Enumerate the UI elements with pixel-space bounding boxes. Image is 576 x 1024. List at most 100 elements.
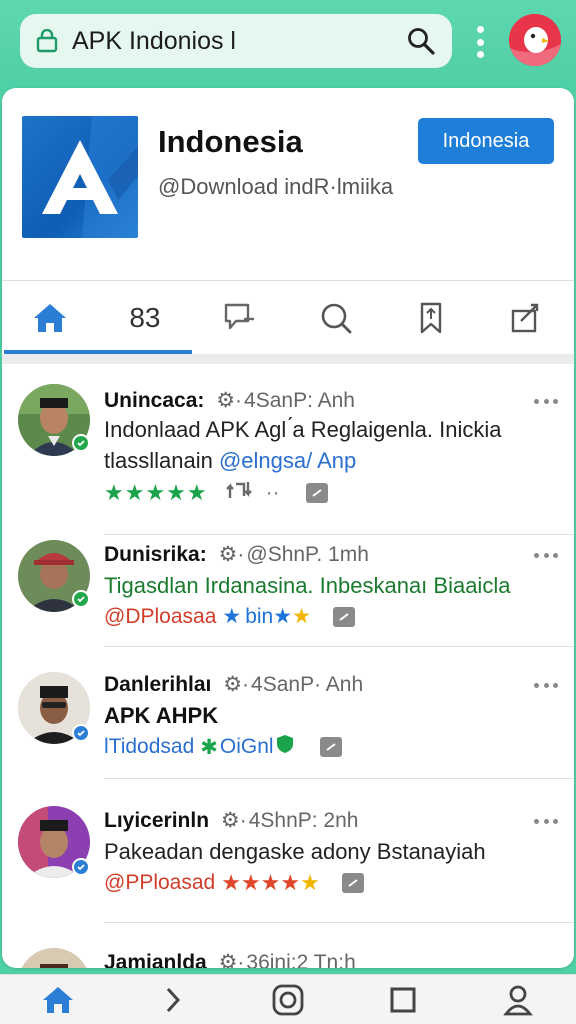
post-footer-dots: ··	[265, 481, 280, 504]
profile-card: Indonesia @Download indR·lmiika Indonesi…	[2, 88, 574, 968]
post-mention[interactable]: @DPloasaa	[104, 605, 216, 629]
post-body-line: tlassllanain @elngsa/ Anp	[104, 445, 554, 476]
share-icon[interactable]	[332, 606, 355, 627]
badge-icon: ✱	[200, 735, 218, 759]
divider	[2, 280, 574, 281]
post-author: Danlerihlaı	[104, 673, 212, 696]
profile-handle: @Download indR·lmiika	[158, 174, 394, 199]
post-footer: @DPloasaa ★ bin ★ ★	[104, 604, 355, 629]
nav-profile[interactable]	[461, 975, 576, 1024]
post-divider	[104, 778, 574, 779]
home-icon	[42, 987, 73, 1013]
post-mention[interactable]: lTidodsad	[104, 735, 194, 759]
post-meta: 4ShnP: 2nh	[248, 809, 359, 832]
verified-badge	[72, 434, 90, 452]
tab-compose[interactable]	[478, 282, 573, 354]
post-divider	[104, 534, 574, 535]
camera-icon	[272, 984, 304, 1016]
nav-forward[interactable]	[115, 975, 230, 1024]
post-mention[interactable]: @PPloasad	[104, 871, 215, 895]
search-icon[interactable]	[404, 24, 438, 58]
profile-icon	[503, 985, 534, 1016]
lock-icon	[34, 28, 60, 54]
star-icon: ★	[222, 605, 242, 628]
tabs-divider	[2, 354, 574, 364]
more-icon[interactable]	[534, 396, 558, 406]
post-meta-icon: ⚙·	[218, 543, 245, 566]
post-body-line: Indonlaad APK Agl ́a Reglaigenla. Inicki…	[104, 417, 502, 442]
shield-icon	[276, 734, 294, 760]
more-icon[interactable]	[534, 680, 558, 690]
rating-stars: ★★★★★	[104, 480, 208, 505]
nav-camera[interactable]	[230, 975, 345, 1024]
search-icon	[321, 303, 351, 334]
star-icon: ★	[292, 605, 311, 628]
post-divider	[104, 922, 574, 923]
chevron-right-icon	[166, 987, 180, 1013]
profile-title: Indonesia	[158, 124, 303, 159]
tab-count[interactable]: 83	[97, 282, 192, 354]
chat-edit-icon	[225, 303, 255, 330]
share-icon[interactable]	[319, 737, 342, 757]
top-bar: APK Indonios l	[0, 0, 576, 80]
post-body-text: tlassllanain	[104, 448, 219, 473]
post-author: Lıyicerinln	[104, 809, 210, 832]
post-header: Lıyicerinln ⚙·4ShnP: 2nh	[104, 808, 358, 833]
post-link[interactable]: @elngsa/ Anp	[219, 448, 356, 473]
address-text: APK Indonios l	[72, 26, 236, 55]
post-body: Tigasdlan Irdanasina. Inbeskanaı Biaaicl…	[104, 573, 511, 598]
verified-badge	[72, 724, 90, 742]
post-meta-icon: ⚙·	[216, 389, 243, 412]
profile-avatar[interactable]	[509, 14, 561, 66]
post-header: Unincaca: ⚙·4SanP: Anh	[104, 388, 355, 413]
tab-search[interactable]	[288, 282, 383, 354]
home-icon	[33, 304, 66, 332]
follow-button[interactable]: Indonesia	[418, 118, 554, 164]
star-icon: ★	[300, 870, 320, 895]
post-footer: lTidodsad ✱ OiGnl	[104, 734, 342, 760]
post-meta: 4SanP: Anh	[244, 389, 355, 412]
post-author: Jamianlda	[104, 951, 207, 968]
post-meta-icon: ⚙·	[220, 809, 247, 832]
bottom-navigation	[0, 974, 576, 1024]
rating-stars: ★★★★	[221, 870, 301, 895]
verified-badge	[72, 858, 90, 876]
retweet-icon[interactable]	[225, 480, 252, 506]
post-footer: @PPloasad ★★★★ ★	[104, 870, 364, 896]
post-meta: @ShnP. 1mh	[246, 543, 369, 566]
post-meta: 4SanP· Anh	[251, 673, 364, 696]
nav-tabs[interactable]	[346, 975, 461, 1024]
star-icon: ★	[273, 605, 293, 628]
post-body: Pakeadan dengaske adony Bstanayiah	[104, 839, 486, 864]
verified-badge	[72, 590, 90, 608]
more-icon[interactable]	[534, 816, 558, 826]
avatar[interactable]	[18, 948, 90, 968]
tab-home[interactable]	[2, 282, 97, 354]
address-bar[interactable]: APK Indonios l	[20, 14, 452, 68]
app-logo	[22, 116, 138, 238]
post-tag[interactable]: bin	[245, 605, 273, 629]
post-divider	[104, 646, 574, 647]
post-meta: 36ini:2 Tn:h	[246, 951, 356, 968]
square-icon	[390, 987, 416, 1013]
post-author: Unincaca:	[104, 389, 205, 412]
tab-messages[interactable]	[193, 282, 288, 354]
post-author: Dunisrika:	[104, 543, 207, 566]
post-header: Danlerihlaı ⚙·4SanP· Anh	[104, 672, 363, 697]
post-footer: ★★★★★ ··	[104, 480, 328, 506]
share-icon[interactable]	[341, 873, 364, 893]
post-header: Dunisrika: ⚙·@ShnP. 1mh	[104, 542, 369, 567]
post-tag[interactable]: OiGnl	[220, 735, 274, 759]
post-meta-icon: ⚙·	[223, 673, 250, 696]
nav-home[interactable]	[0, 975, 115, 1024]
share-icon[interactable]	[305, 483, 328, 503]
post-body: APK AHPK	[104, 703, 219, 728]
post-body: Indonlaad APK Agl ́a Reglaigenla. Inicki…	[104, 414, 554, 476]
tab-bar: 83	[2, 282, 574, 354]
share-edit-icon	[511, 303, 539, 333]
post-header: Jamianlda ⚙·36ini:2 Tn:h	[104, 950, 356, 968]
more-vertical-icon[interactable]	[468, 24, 492, 60]
more-icon[interactable]	[534, 550, 558, 560]
profile-header: Indonesia @Download indR·lmiika Indonesi…	[2, 88, 574, 278]
tab-bookmarks[interactable]	[383, 282, 478, 354]
